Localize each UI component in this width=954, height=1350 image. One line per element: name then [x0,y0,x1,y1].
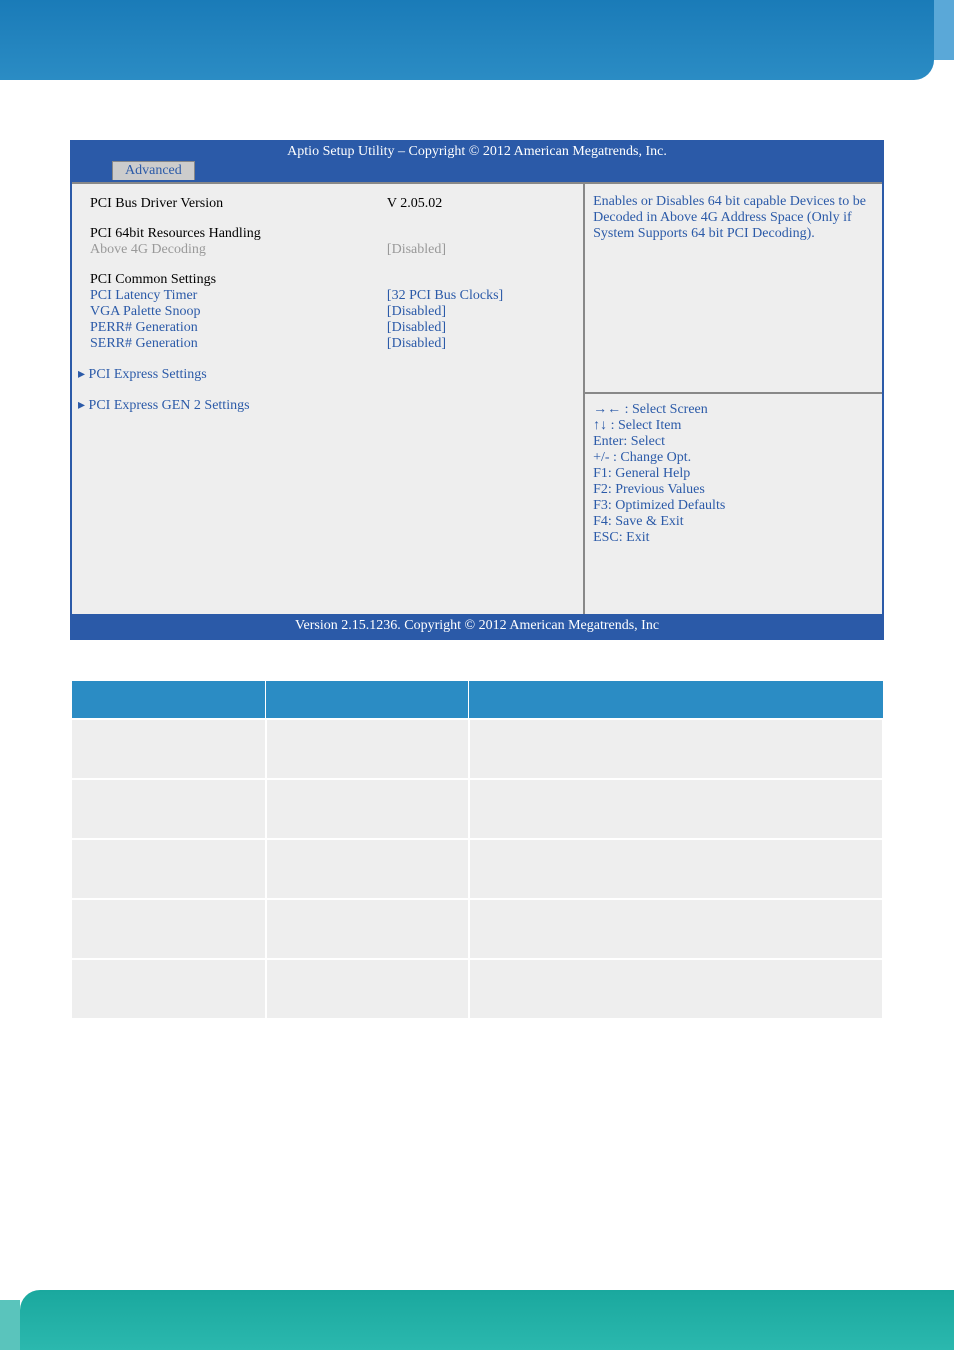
bios-footer: Version 2.15.1236. Copyright © 2012 Amer… [72,614,882,638]
section-pci-common: PCI Common Settings [90,272,565,288]
key-change-opt: +/- : Change Opt. [593,450,874,466]
table-cell [469,899,883,959]
bios-help-panel: Enables or Disables 64 bit capable Devic… [585,184,882,614]
key-esc: ESC: Exit [593,530,874,546]
table-cell [266,839,469,899]
table-cell [266,959,469,1019]
tab-advanced[interactable]: Advanced [112,161,195,180]
table-cell [469,779,883,839]
bios-titlebar: Aptio Setup Utility – Copyright © 2012 A… [72,142,882,182]
table-cell [71,959,266,1019]
serr-generation-value[interactable]: [Disabled] [387,336,565,352]
table-cell [71,839,266,899]
perr-generation-label: PERR# Generation [90,320,387,336]
table-cell [469,839,883,899]
options-table [70,680,884,1020]
section-pci-64bit: PCI 64bit Resources Handling [90,226,565,242]
serr-generation-label: SERR# Generation [90,336,387,352]
triangle-right-icon: ▸ [78,367,89,382]
submenu-pci-express-settings[interactable]: ▸ PCI Express Settings [78,366,565,383]
vga-palette-snoop-value[interactable]: [Disabled] [387,304,565,320]
pci-express-settings-label: PCI Express Settings [89,367,207,382]
above-4g-decoding-value[interactable]: [Disabled] [387,242,565,258]
table-cell [71,719,266,779]
table-cell [266,899,469,959]
perr-generation-value[interactable]: [Disabled] [387,320,565,336]
key-enter: Enter: Select [593,434,874,450]
table-header [469,681,883,719]
page-footer-bar [20,1290,954,1350]
bios-settings-panel: PCI Bus Driver Version V 2.05.02 PCI 64b… [72,184,585,614]
key-f1: F1: General Help [593,466,874,482]
above-4g-decoding-label: Above 4G Decoding [90,242,387,258]
table-cell [469,959,883,1019]
key-f2: F2: Previous Values [593,482,874,498]
key-select-item: ↑↓ : Select Item [593,418,874,434]
pci-driver-version-label: PCI Bus Driver Version [90,196,387,212]
pci-express-gen2-settings-label: PCI Express GEN 2 Settings [89,398,250,413]
table-cell [71,899,266,959]
page-header-bar [0,0,934,80]
vga-palette-snoop-label: VGA Palette Snoop [90,304,387,320]
table-header [71,681,266,719]
triangle-right-icon: ▸ [78,398,89,413]
table-cell [71,779,266,839]
bios-window: Aptio Setup Utility – Copyright © 2012 A… [70,140,884,640]
key-select-screen: →← : Select Screen [593,402,874,418]
pci-latency-timer-value[interactable]: [32 PCI Bus Clocks] [387,288,565,304]
pci-latency-timer-label: PCI Latency Timer [90,288,387,304]
bios-title: Aptio Setup Utility – Copyright © 2012 A… [287,144,667,160]
help-description: Enables or Disables 64 bit capable Devic… [585,184,882,392]
key-f3: F3: Optimized Defaults [593,498,874,514]
table-cell [469,719,883,779]
table-cell [266,719,469,779]
table-header [266,681,469,719]
key-legend: →← : Select Screen ↑↓ : Select Item Ente… [585,392,882,614]
key-f4: F4: Save & Exit [593,514,874,530]
submenu-pci-express-gen2-settings[interactable]: ▸ PCI Express GEN 2 Settings [78,397,565,414]
pci-driver-version-value: V 2.05.02 [387,196,565,212]
bios-body: PCI Bus Driver Version V 2.05.02 PCI 64b… [72,182,882,614]
table-cell [266,779,469,839]
